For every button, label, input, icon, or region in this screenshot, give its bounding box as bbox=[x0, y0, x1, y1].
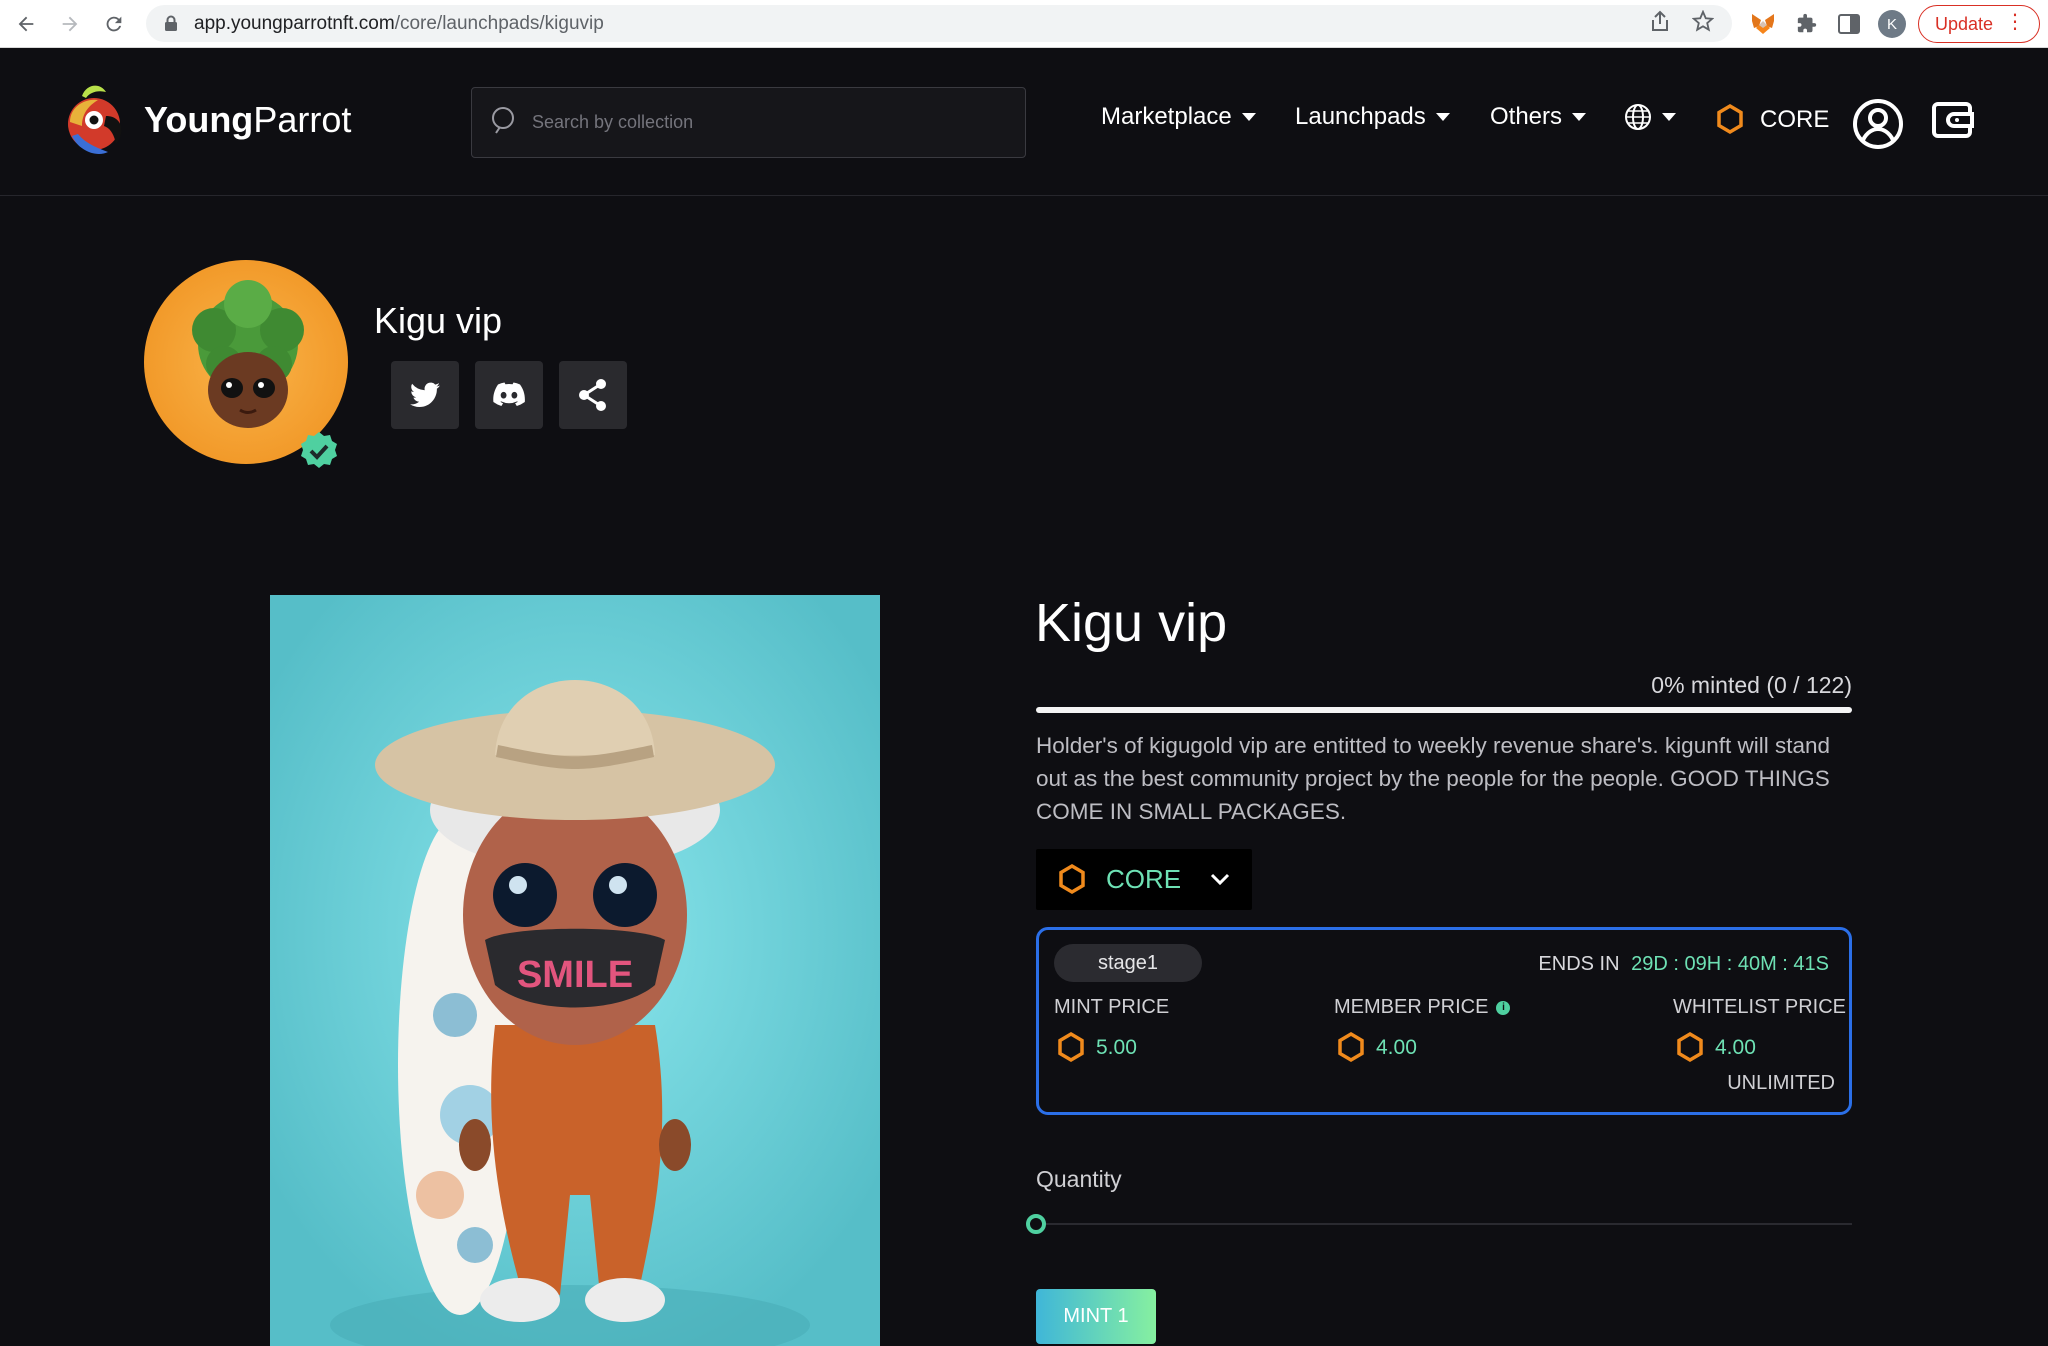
core-hexagon-icon bbox=[1058, 1031, 1084, 1063]
share-page-icon[interactable] bbox=[1650, 10, 1670, 37]
quantity-slider-track[interactable] bbox=[1036, 1223, 1852, 1225]
back-icon[interactable] bbox=[8, 6, 44, 42]
whitelist-price-label: WHITELIST PRICE bbox=[1673, 996, 1846, 1018]
nav-launchpads-label: Launchpads bbox=[1295, 103, 1426, 130]
nft-artwork-image: SMILE bbox=[270, 595, 880, 1346]
search-box[interactable] bbox=[471, 87, 1026, 158]
mint-stage-card: stage1 ENDS IN 29D : 09H : 40M : 41S MIN… bbox=[1036, 927, 1852, 1115]
forward-icon[interactable] bbox=[52, 6, 88, 42]
core-hexagon-icon bbox=[1059, 863, 1085, 894]
discord-button[interactable] bbox=[475, 361, 543, 429]
caret-down-icon bbox=[1662, 113, 1676, 121]
nav-launchpads[interactable]: Launchpads bbox=[1295, 103, 1450, 131]
core-hexagon-icon bbox=[1717, 103, 1743, 135]
quantity-slider-handle[interactable] bbox=[1026, 1214, 1046, 1234]
wallet-icon[interactable] bbox=[1932, 100, 1974, 140]
caret-down-icon bbox=[1435, 113, 1450, 121]
svg-text:SMILE: SMILE bbox=[517, 954, 633, 996]
share-button[interactable] bbox=[559, 361, 627, 429]
browser-menu-icon[interactable]: ⋮ bbox=[2005, 12, 2025, 32]
globe-icon bbox=[1625, 104, 1651, 130]
browser-toolbar: app.youngparrotnft.com/core/launchpads/k… bbox=[0, 0, 2048, 48]
mint-limit: UNLIMITED bbox=[1727, 1072, 1835, 1094]
info-icon[interactable]: i bbox=[1496, 1000, 1511, 1015]
logo-wordmark: YoungParrot bbox=[144, 99, 352, 140]
launch-title: Kigu vip bbox=[1035, 593, 1228, 653]
reload-icon[interactable] bbox=[96, 6, 132, 42]
countdown-time: 29D : 09H : 40M : 41S bbox=[1631, 953, 1829, 975]
core-hexagon-icon bbox=[1338, 1031, 1364, 1063]
caret-down-icon bbox=[1572, 113, 1587, 121]
discord-icon bbox=[493, 382, 525, 406]
twitter-icon bbox=[410, 382, 440, 407]
chain-selector[interactable]: CORE bbox=[1714, 103, 1829, 137]
extensions-puzzle-icon[interactable] bbox=[1790, 7, 1824, 41]
nav-marketplace[interactable]: Marketplace bbox=[1101, 103, 1256, 131]
site-header: YoungParrot Marketplace Launchpads Other… bbox=[0, 48, 2048, 196]
search-input[interactable] bbox=[532, 112, 1012, 133]
chevron-down-icon bbox=[1208, 867, 1232, 896]
whitelist-price-value: 4.00 bbox=[1715, 1036, 1756, 1059]
collection-description: Holder's of kigugold vip are entitted to… bbox=[1036, 733, 1831, 824]
language-selector[interactable] bbox=[1624, 103, 1676, 131]
mint-button[interactable]: MINT 1 bbox=[1036, 1289, 1156, 1344]
nft-artwork: SMILE bbox=[270, 595, 880, 1346]
account-icon[interactable] bbox=[1852, 98, 1904, 150]
lock-icon bbox=[160, 13, 182, 35]
member-price: MEMBER PRICE i 4.00 bbox=[1334, 996, 1511, 1065]
mint-price: MINT PRICE 5.00 bbox=[1054, 996, 1169, 1065]
side-panel-icon[interactable] bbox=[1832, 7, 1866, 41]
minted-status: 0% minted (0 / 122) bbox=[1651, 672, 1852, 698]
search-icon bbox=[490, 105, 520, 140]
whitelist-price: WHITELIST PRICE 4.00 bbox=[1673, 996, 1846, 1065]
nav-others-label: Others bbox=[1490, 103, 1563, 130]
mint-progress-bar bbox=[1036, 707, 1852, 713]
chain-label: CORE bbox=[1760, 106, 1830, 133]
share-icon bbox=[579, 379, 606, 411]
bookmark-star-icon[interactable] bbox=[1691, 9, 1715, 37]
verified-badge-icon bbox=[301, 432, 337, 468]
member-price-value: 4.00 bbox=[1376, 1036, 1417, 1059]
quantity-label: Quantity bbox=[1036, 1166, 1122, 1192]
browser-profile-avatar[interactable]: K bbox=[1878, 10, 1906, 38]
stage-badge: stage1 bbox=[1054, 944, 1202, 982]
url-text: app.youngparrotnft.com/core/launchpads/k… bbox=[194, 12, 604, 34]
address-bar[interactable]: app.youngparrotnft.com/core/launchpads/k… bbox=[146, 5, 1732, 42]
site-logo[interactable]: YoungParrot bbox=[64, 82, 351, 158]
core-hexagon-icon bbox=[1677, 1031, 1703, 1063]
collection-name: Kigu vip bbox=[374, 300, 503, 341]
nav-marketplace-label: Marketplace bbox=[1101, 103, 1232, 130]
twitter-button[interactable] bbox=[391, 361, 459, 429]
browser-update-button[interactable]: Update ⋮ bbox=[1918, 5, 2040, 43]
stage-countdown: ENDS IN 29D : 09H : 40M : 41S bbox=[1538, 953, 1829, 975]
parrot-logo-icon bbox=[68, 85, 122, 155]
mint-price-label: MINT PRICE bbox=[1054, 996, 1170, 1018]
currency-label: CORE bbox=[1106, 864, 1182, 894]
metamask-extension-icon[interactable] bbox=[1746, 7, 1780, 41]
nav-others[interactable]: Others bbox=[1490, 103, 1587, 131]
mint-price-value: 5.00 bbox=[1096, 1036, 1137, 1059]
member-price-label: MEMBER PRICE bbox=[1334, 996, 1489, 1018]
currency-dropdown[interactable]: CORE bbox=[1036, 849, 1252, 910]
caret-down-icon bbox=[1241, 113, 1256, 121]
